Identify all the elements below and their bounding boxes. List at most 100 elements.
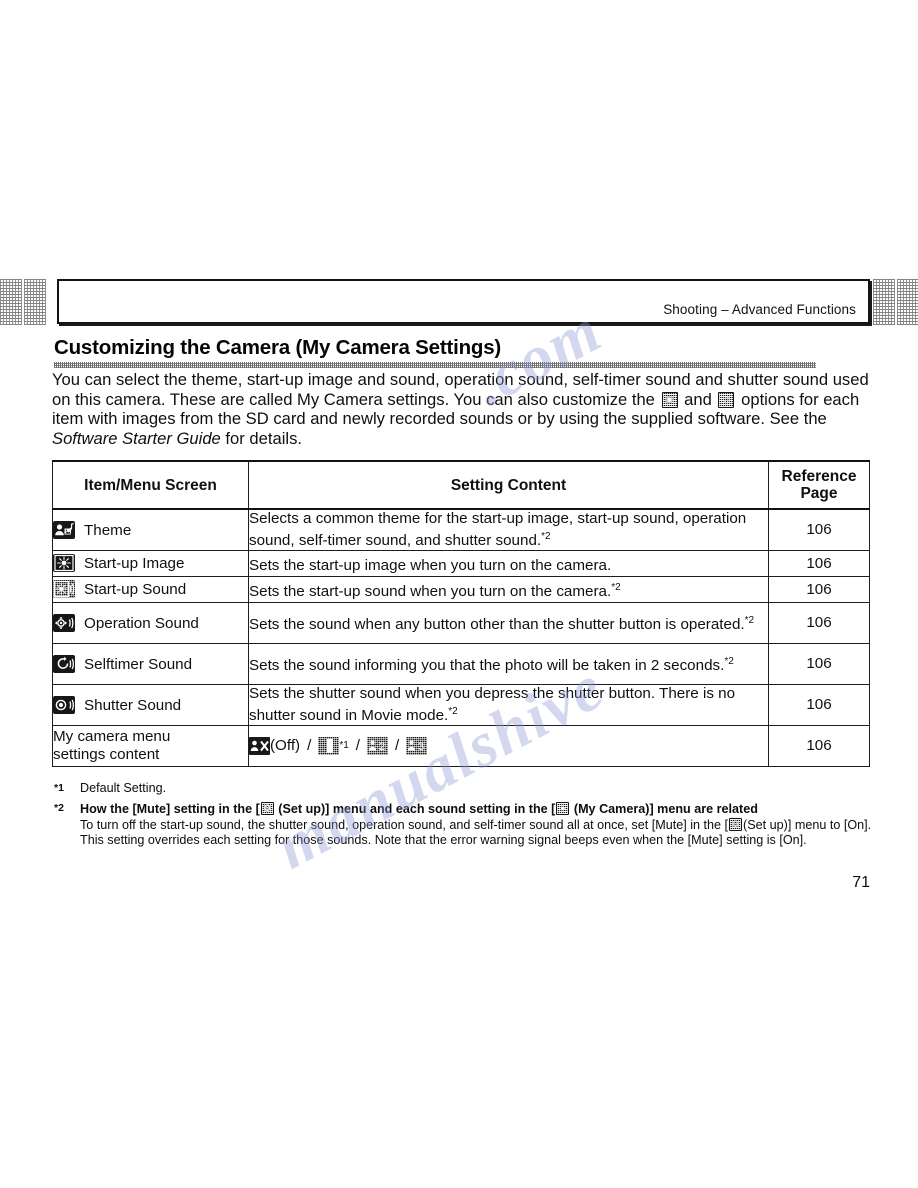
row-reference-cell: 106 [768,508,870,552]
row-item-cell-theme: Theme [52,508,249,552]
footnote-1-mark: *1 [54,781,80,799]
my-camera-sound-icon: ♫ [718,391,735,408]
row-reference-cell: 106 [768,550,870,578]
footnote-2-mark-text: *2 [54,801,64,814]
row-content-text: Sets the start-up image when you turn on… [249,556,612,574]
theme-icon [53,520,75,539]
selftimer-sound-icon [53,654,75,673]
row-content-footnote-mark: *2 [448,706,458,718]
footnote-2-head-part-b: (Set up)] menu and each sound setting in… [278,801,556,816]
row-content-cell: Selects a common theme for the start-up … [248,508,769,552]
edge-pattern-left-1 [0,279,22,325]
row-item-cell-shutter-sound: Shutter Sound [52,684,249,727]
edge-pattern-right-2 [897,279,918,325]
row-reference-cell: 106 [768,643,870,686]
my-camera-image-icon: ▣ [661,391,678,408]
row-content-footnote-mark: *2 [541,531,551,542]
footnote-2-body: How the [Mute] setting in the [⚙ (Set up… [80,801,872,849]
row-content-text: Selects a common theme for the start-up … [249,510,747,550]
row-item-label: Selftimer Sound [84,655,193,673]
row-item-cell-startup-sound: Start-up Sound [52,576,249,604]
row-item-label: Shutter Sound [84,696,182,714]
row-reference-cell: 106 [768,602,870,645]
edge-pattern-right-1 [873,279,895,325]
option-separator-2: / [355,737,361,755]
row-content-text: Sets the start-up sound when you turn on… [249,582,612,600]
footnote-2-heading: How the [Mute] setting in the [⚙ (Set up… [80,801,872,817]
intro-text-and: and [684,389,712,409]
row-item-label: Theme [84,521,132,539]
table-row: Start-up Sound Sets the start-up sound w… [52,576,870,604]
option-separator-1: / [307,737,312,755]
running-header-band: Shooting – Advanced Functions [57,279,870,324]
my-camera-menu-icon: ● [556,801,570,815]
row-content-cell: Sets the shutter sound when you depress … [248,684,769,727]
startup-sound-icon [53,580,75,599]
intro-text-part3: for details. [225,428,302,448]
page-number: 71 [852,874,870,891]
row-item-cell-selftimer-sound: Selftimer Sound [52,643,249,686]
footnote-1: *1 Default Setting. [54,781,872,799]
row-reference-cell: 106 [768,684,870,727]
my-camera-option-1-icon [318,737,340,756]
footnote-2-head-part-a: How the [Mute] setting in the [ [80,801,260,816]
table-row: Shutter Sound Sets the shutter sound whe… [52,684,870,727]
intro-text-italic: Software Starter Guide [52,428,221,448]
row-item-label-line2: settings content [53,746,160,764]
setup-menu-icon-2: ⚙ [729,817,743,831]
row-item-label: Start-up Image [84,555,185,573]
edge-pattern-left-2 [24,279,46,325]
row-content-cell: Sets the start-up sound when you turn on… [248,576,769,604]
row-item-label-line1: My camera menu [53,728,171,746]
row-content-text: Sets the sound informing you that the ph… [249,657,725,675]
footnote-1-text: Default Setting. [80,781,167,795]
row-content-text: Sets the sound when any button other tha… [249,616,745,634]
footnote-2-text: To turn off the start-up sound, the shut… [80,817,872,848]
row-content-footnote-mark: *2 [724,656,734,668]
row-content-cell: Sets the sound when any button other tha… [248,602,769,645]
row-content-footnote-mark: *2 [744,615,755,627]
svg-text:3: 3 [418,741,424,753]
my-camera-option-3-icon: 3 [406,737,428,756]
table-row: Selftimer Sound Sets the sound informing… [52,643,870,686]
table-row: Theme Selects a common theme for the sta… [52,508,870,552]
row-item-cell-operation-sound: Operation Sound [52,602,249,645]
column-header-item: Item/Menu Screen [52,460,249,510]
footnote-1-mark-text: *1 [54,782,64,794]
my-camera-off-label: (Off) [270,737,301,755]
column-header-setting-content: Setting Content [248,460,769,510]
row-item-label: Operation Sound [84,614,199,632]
option-separator-3: / [395,737,400,755]
running-header-text: Shooting – Advanced Functions [663,302,856,317]
row-content-cell: Sets the start-up image when you turn on… [248,550,769,578]
row-item-label: Start-up Sound [84,581,187,599]
intro-paragraph: You can select the theme, start-up image… [52,370,870,448]
section-title: Customizing the Camera (My Camera Settin… [54,336,502,359]
table-header-row: Item/Menu Screen Setting Content Referen… [52,460,870,510]
table-row: Operation Sound Sets the sound when any … [52,602,870,645]
table-row: My camera menu settings content (Off) / … [52,725,870,768]
footnote-2: *2 How the [Mute] setting in the [⚙ (Set… [54,801,872,849]
row-reference-cell: 106 [768,725,870,768]
setup-menu-icon: ⚙ [260,801,274,815]
row-content-footnote-mark: *2 [611,581,621,593]
row-item-cell-startup-image: Start-up Image [52,550,249,578]
footnote-2-mark: *2 [54,801,80,819]
reference-page-line1: Reference [781,468,857,485]
my-camera-option-list: (Off) / *1 / 2 / 3 [249,737,768,756]
my-camera-off-icon [249,737,270,756]
startup-image-icon [53,554,75,573]
my-camera-settings-table: Item/Menu Screen Setting Content Referen… [52,460,870,768]
footnote-2-text-part-a: To turn off the start-up sound, the shut… [80,817,722,832]
footnotes-section: *1 Default Setting. *2 How the [Mute] se… [54,781,872,851]
svg-text:2: 2 [379,741,385,753]
shutter-sound-icon [53,695,75,714]
footnote-2-head-part-c: (My Camera)] menu are related [573,801,758,816]
column-header-reference-page: Reference Page [768,460,870,510]
row-content-text: Sets the shutter sound when you depress … [249,685,736,725]
row-content-cell-options: (Off) / *1 / 2 / 3 [248,725,769,768]
row-reference-cell: 106 [768,576,870,604]
document-page: .com manualshive Shooting – Advanced Fun… [0,0,918,1188]
title-underline-rule [54,362,816,368]
table-row: Start-up Image Sets the start-up image w… [52,550,870,578]
